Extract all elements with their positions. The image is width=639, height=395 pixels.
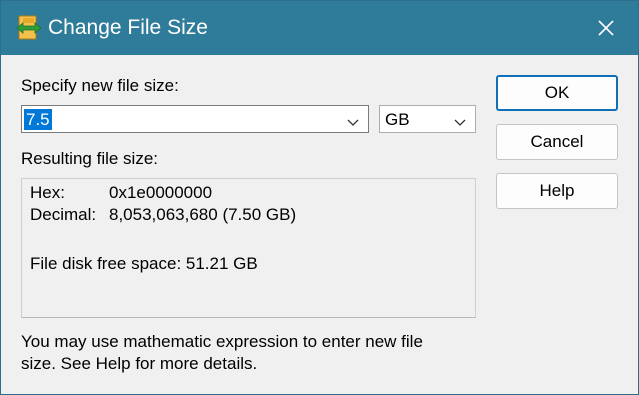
free-space-text: File disk free space: 51.21 GB <box>30 254 258 273</box>
hex-value: 0x1e0000000 <box>109 183 213 202</box>
hint-line-1: You may use mathematic expression to ent… <box>21 332 423 351</box>
ok-button[interactable]: OK <box>496 75 618 111</box>
hex-label: Hex: <box>30 183 65 202</box>
new-size-label: Specify new file size: <box>21 76 179 95</box>
unit-select[interactable]: GB <box>379 105 476 133</box>
result-label: Resulting file size: <box>21 149 159 168</box>
chevron-down-icon[interactable] <box>347 114 359 132</box>
help-button[interactable]: Help <box>496 173 618 209</box>
decimal-label: Decimal: <box>30 205 97 224</box>
hint-text: You may use mathematic expression to ent… <box>21 331 491 375</box>
hint-line-2: size. See Help for more details. <box>21 354 258 373</box>
chevron-down-icon[interactable] <box>454 114 466 132</box>
window-title: Change File Size <box>48 16 208 39</box>
resize-file-icon <box>16 15 42 41</box>
title-bar[interactable]: Change File Size <box>1 1 638 55</box>
close-button[interactable] <box>589 12 623 44</box>
unit-value: GB <box>385 110 410 129</box>
decimal-value: 8,053,063,680 (7.50 GB) <box>109 205 297 224</box>
cancel-button[interactable]: Cancel <box>496 124 618 160</box>
result-panel: Hex: 0x1e0000000 Decimal: 8,053,063,680 … <box>21 178 476 318</box>
close-icon <box>598 20 614 36</box>
new-size-value[interactable]: 7.5 <box>24 109 52 130</box>
change-file-size-dialog: Change File Size Specify new file size: … <box>0 0 639 395</box>
new-size-combobox[interactable]: 7.5 <box>21 105 369 133</box>
